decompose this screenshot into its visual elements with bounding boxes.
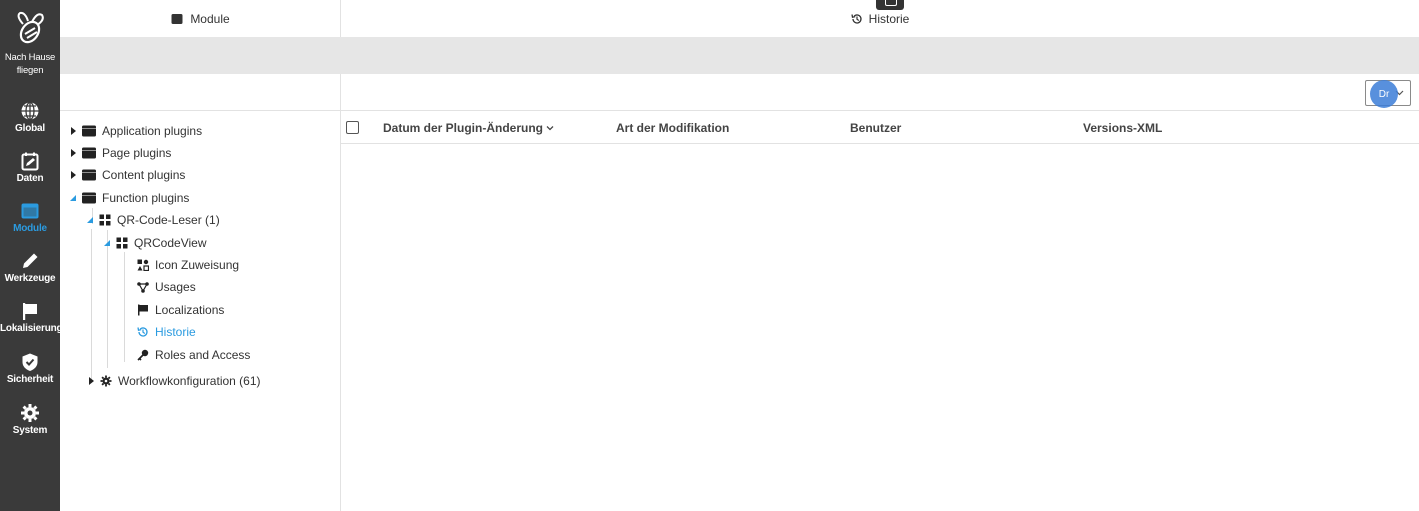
nav-item-module[interactable]: Module xyxy=(0,201,60,234)
calendar-edit-icon xyxy=(21,152,39,171)
caret-right-icon[interactable] xyxy=(68,126,78,136)
nav-item-daten[interactable]: Daten xyxy=(0,151,60,184)
caret-expanded-icon[interactable] xyxy=(85,215,95,225)
icon-assignment-icon xyxy=(137,259,149,271)
column-header-versions-xml[interactable]: Versions-XML xyxy=(1083,111,1162,144)
tree-toolbar xyxy=(60,74,341,111)
tree-node-label: Roles and Access xyxy=(155,348,251,362)
tree-node-label: Icon Zuweisung xyxy=(155,258,240,272)
tree-node-label: Page plugins xyxy=(102,146,172,160)
nav-home-button[interactable]: Nach Hause fliegen xyxy=(0,10,60,77)
caret-right-icon[interactable] xyxy=(68,148,78,158)
history-panel: Historie Dr Datum der Plugin-Änderung Ar… xyxy=(341,0,1419,511)
nav-item-label: Module xyxy=(13,223,47,234)
tree-node-label: Localizations xyxy=(155,303,225,317)
column-header-label: Versions-XML xyxy=(1083,120,1163,135)
tree-node-label: Workflowkonfiguration (61) xyxy=(118,374,261,388)
tree-node-application-plugins[interactable]: Application plugins xyxy=(68,122,202,140)
flag-icon xyxy=(23,303,37,320)
nav-item-label: Sicherheit xyxy=(6,374,54,385)
sort-desc-icon xyxy=(546,125,554,130)
tree-node-roles-and-access[interactable]: Roles and Access xyxy=(137,346,250,364)
history-icon xyxy=(851,13,862,24)
nav-item-sicherheit[interactable]: Sicherheit xyxy=(0,352,60,385)
module-icon xyxy=(21,203,39,219)
widget-grid-icon xyxy=(116,237,128,249)
grid-toolbar: Dr xyxy=(341,74,1419,111)
grid-body xyxy=(341,145,1419,511)
pencil-icon xyxy=(23,253,38,268)
tab-module[interactable]: Module xyxy=(60,0,341,37)
shield-check-icon xyxy=(22,353,38,371)
nav-item-label: Daten xyxy=(16,173,44,184)
bee-logo-icon xyxy=(17,11,44,44)
tree-node-qrcodeview[interactable]: QRCodeView xyxy=(102,234,206,252)
caret-expanded-icon[interactable] xyxy=(102,238,112,248)
history-icon xyxy=(137,327,148,337)
module-icon xyxy=(82,192,96,204)
nav-item-lokalisierung[interactable]: Lokalisierung xyxy=(0,301,63,334)
panel-title: Historie xyxy=(868,11,910,26)
filter-band xyxy=(60,37,341,74)
main-nav-rail: Nach Hause fliegen Global Daten Module W… xyxy=(0,0,63,511)
tree-node-label: Application plugins xyxy=(102,124,203,138)
select-all-checkbox[interactable] xyxy=(346,121,359,134)
widget-grid-icon xyxy=(99,214,111,226)
caret-right-icon[interactable] xyxy=(68,170,78,180)
gear-icon xyxy=(21,404,39,422)
module-icon xyxy=(82,147,96,159)
module-icon xyxy=(82,125,96,137)
nav-item-werkzeuge[interactable]: Werkzeuge xyxy=(0,251,60,284)
tree-node-label: Historie xyxy=(155,325,196,339)
filter-band xyxy=(341,37,1419,74)
tree-node-label: Usages xyxy=(155,280,196,294)
tree-node-page-plugins[interactable]: Page plugins xyxy=(68,144,171,162)
tree-node-function-plugins[interactable]: Function plugins xyxy=(68,189,189,207)
tree-node-localizations[interactable]: Localizations xyxy=(137,301,224,319)
column-header-label: Datum der Plugin-Änderung xyxy=(383,120,543,135)
nav-item-global[interactable]: Global xyxy=(0,101,60,134)
nav-item-label: Lokalisierung xyxy=(0,323,63,334)
grid-header: Datum der Plugin-Änderung Art der Modifi… xyxy=(341,111,1419,144)
tree-node-qr-code-leser[interactable]: QR-Code-Leser (1) xyxy=(85,211,220,229)
column-header-label: Benutzer xyxy=(850,120,902,135)
key-icon xyxy=(137,349,149,361)
nav-home-label-2: fliegen xyxy=(16,65,44,76)
tree-node-label: QR-Code-Leser (1) xyxy=(117,213,220,227)
app-window: Nach Hause fliegen Global Daten Module W… xyxy=(0,0,1419,511)
column-header-label: Art der Modifikation xyxy=(616,120,730,135)
column-chooser-dropdown[interactable]: Dr xyxy=(1365,80,1411,108)
tree-node-usages[interactable]: Usages xyxy=(137,278,196,296)
nav-item-label: System xyxy=(12,425,48,436)
tree-node-icon-zuweisung[interactable]: Icon Zuweisung xyxy=(137,256,239,274)
column-header-art-der-modifikation[interactable]: Art der Modifikation xyxy=(616,111,729,144)
module-icon xyxy=(82,169,96,181)
column-header-datum[interactable]: Datum der Plugin-Änderung xyxy=(383,111,554,144)
tree-node-label: Function plugins xyxy=(102,191,190,205)
tree-node-workflowkonfiguration[interactable]: Workflowkonfiguration (61) xyxy=(86,372,261,390)
column-header-benutzer[interactable]: Benutzer xyxy=(850,111,901,144)
tree-node-content-plugins[interactable]: Content plugins xyxy=(68,166,185,184)
caret-expanded-icon[interactable] xyxy=(68,193,78,203)
tree-node-label: Content plugins xyxy=(102,168,186,182)
nav-home-label-1: Nach Hause xyxy=(4,52,56,63)
panel-title: Module xyxy=(190,11,230,26)
tree-node-historie[interactable]: Historie xyxy=(137,323,196,341)
module-icon xyxy=(171,13,183,24)
flag-icon xyxy=(138,304,148,316)
tree-guide-line xyxy=(124,252,125,362)
nav-item-label: Global xyxy=(15,123,45,134)
nav-item-system[interactable]: System xyxy=(0,403,60,436)
gear-icon xyxy=(100,375,112,387)
column-chooser-label: Dr xyxy=(1378,88,1390,100)
tab-historie[interactable]: Historie xyxy=(341,0,1419,37)
nav-item-label: Werkzeuge xyxy=(4,273,56,284)
globe-icon xyxy=(21,101,39,121)
module-tree-panel: Module Application plugins Page plugins … xyxy=(60,0,341,511)
caret-right-icon[interactable] xyxy=(86,376,96,386)
network-icon xyxy=(137,282,149,293)
tree-guide-line xyxy=(91,229,92,381)
tree-node-label: QRCodeView xyxy=(134,236,207,250)
column-chooser-button[interactable]: Dr xyxy=(1370,80,1398,108)
